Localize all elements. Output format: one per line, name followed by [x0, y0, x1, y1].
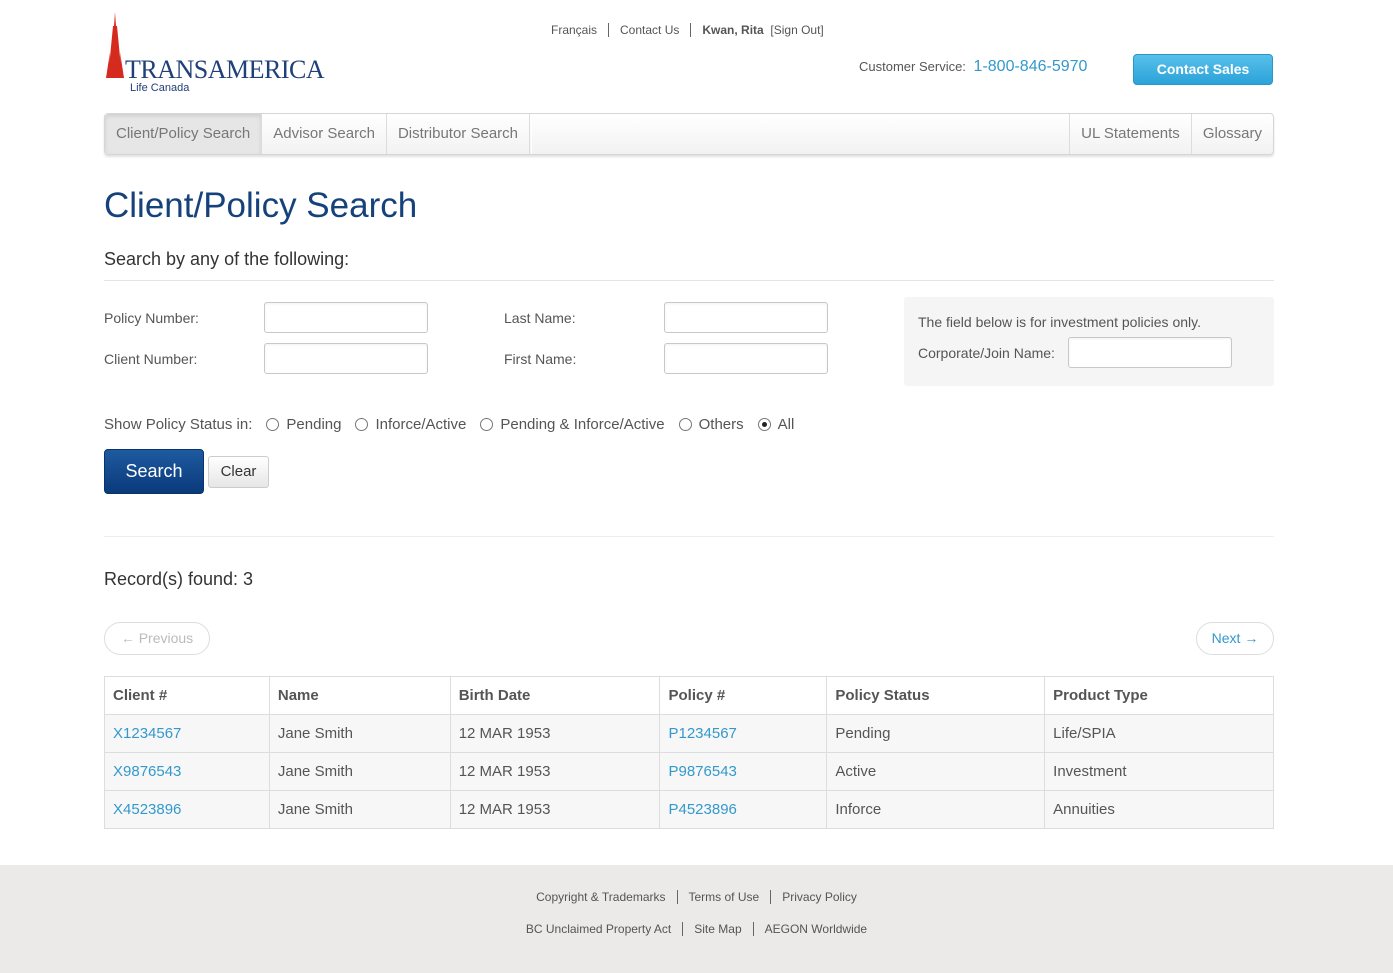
- policy-status-label: Show Policy Status in:: [104, 415, 253, 433]
- status-option-label: Inforce/Active: [375, 415, 467, 433]
- column-header-policy-status[interactable]: Policy Status: [826, 676, 1046, 715]
- user-name: Kwan, Rita: [702, 23, 764, 37]
- status-option-label: Pending: [286, 415, 342, 433]
- investment-panel: The field below is for investment polici…: [904, 297, 1274, 386]
- logo-subtitle: Life Canada: [130, 82, 190, 94]
- status-option-label: All: [777, 415, 795, 433]
- policy-number-label: Policy Number:: [104, 310, 199, 326]
- birth-date: 12 MAR 1953: [449, 714, 661, 753]
- footer-link-site-map[interactable]: Site Map: [683, 922, 754, 936]
- status-option-label: Pending & Inforce/Active: [500, 415, 665, 433]
- nav-ul-statements[interactable]: UL Statements: [1070, 114, 1192, 154]
- customer-service-label: Customer Service:: [859, 59, 966, 74]
- clear-button[interactable]: Clear: [208, 456, 269, 488]
- table-row: X4523896 Jane Smith 12 MAR 1953 P4523896…: [104, 790, 1274, 829]
- product-type: Investment: [1044, 752, 1274, 791]
- policy-status: Active: [826, 752, 1046, 791]
- column-header-birth-date[interactable]: Birth Date: [449, 676, 661, 715]
- contact-us-link[interactable]: Contact Us: [609, 23, 692, 37]
- status-option-others[interactable]: Others: [678, 415, 744, 433]
- results-table: Client # Name Birth Date Policy # Policy…: [104, 676, 1274, 829]
- search-subheading: Search by any of the following:: [104, 249, 350, 269]
- table-header-row: Client # Name Birth Date Policy # Policy…: [104, 676, 1274, 715]
- status-option-pending[interactable]: Pending: [266, 416, 341, 433]
- status-option-label: Others: [698, 415, 744, 433]
- francais-link[interactable]: Français: [540, 23, 610, 37]
- footer-links-primary: Copyright & Trademarks Terms of Use Priv…: [0, 890, 1393, 904]
- records-found: Record(s) found: 3: [104, 569, 254, 589]
- first-name-label: First Name:: [504, 351, 577, 367]
- client-number-link[interactable]: X1234567: [113, 725, 181, 742]
- next-page-button[interactable]: Next →: [1196, 622, 1274, 655]
- transamerica-logo[interactable]: TRANSAMERICA Life Canada: [104, 12, 325, 96]
- footer-link-copyright[interactable]: Copyright & Trademarks: [525, 890, 678, 904]
- search-button[interactable]: Search: [104, 449, 204, 494]
- status-option-all[interactable]: All: [757, 415, 795, 433]
- page-title: Client/Policy Search: [104, 186, 418, 225]
- product-type: Life/SPIA: [1044, 714, 1274, 753]
- nav-advisor-search[interactable]: Advisor Search: [262, 114, 387, 154]
- investment-note: The field below is for investment polici…: [918, 314, 1201, 330]
- previous-page-button[interactable]: ← Previous: [104, 622, 210, 655]
- footer: Copyright & Trademarks Terms of Use Priv…: [0, 865, 1393, 973]
- last-name-input[interactable]: [664, 302, 828, 333]
- footer-link-bc-unclaimed[interactable]: BC Unclaimed Property Act: [515, 922, 684, 936]
- client-name: Jane Smith: [268, 752, 451, 791]
- last-name-label: Last Name:: [504, 310, 576, 326]
- utility-links: Français Contact Us Kwan, Rita [Sign Out…: [540, 22, 835, 38]
- logo-brand-text: TRANSAMERICA: [125, 55, 325, 84]
- pyramid-tower-icon: [106, 12, 124, 78]
- birth-date: 12 MAR 1953: [449, 790, 661, 829]
- product-type: Annuities: [1044, 790, 1274, 829]
- corporate-name-label: Corporate/Join Name:: [918, 345, 1055, 361]
- nav-client-policy-search[interactable]: Client/Policy Search: [105, 114, 263, 154]
- customer-service: Customer Service: 1-800-846-5970: [859, 58, 1087, 76]
- column-header-product-type[interactable]: Product Type: [1044, 676, 1274, 715]
- table-row: X9876543 Jane Smith 12 MAR 1953 P9876543…: [104, 752, 1274, 791]
- footer-link-terms[interactable]: Terms of Use: [678, 890, 772, 904]
- client-name: Jane Smith: [268, 790, 451, 829]
- policy-number-input[interactable]: [264, 302, 428, 333]
- policy-number-link[interactable]: P1234567: [668, 725, 736, 742]
- status-option-inforce-active[interactable]: Inforce/Active: [355, 416, 466, 433]
- policy-status-filter: Show Policy Status in: Pending Inforce/A…: [104, 415, 808, 433]
- footer-link-aegon[interactable]: AEGON Worldwide: [754, 922, 878, 936]
- radio-button[interactable]: [678, 417, 692, 431]
- column-header-policy[interactable]: Policy #: [659, 676, 828, 715]
- client-number-link[interactable]: X4523896: [113, 801, 181, 818]
- nav-glossary[interactable]: Glossary: [1192, 114, 1273, 154]
- contact-sales-button[interactable]: Contact Sales: [1133, 54, 1273, 85]
- client-name: Jane Smith: [268, 714, 451, 753]
- table-row: X1234567 Jane Smith 12 MAR 1953 P1234567…: [104, 714, 1274, 753]
- corporate-name-input[interactable]: [1068, 337, 1232, 368]
- client-number-label: Client Number:: [104, 351, 198, 367]
- main-nav: Client/Policy Search Advisor Search Dist…: [104, 113, 1274, 155]
- customer-service-phone[interactable]: 1-800-846-5970: [974, 58, 1088, 75]
- client-number-link[interactable]: X9876543: [113, 763, 181, 780]
- column-header-name[interactable]: Name: [268, 676, 451, 715]
- radio-button-checked[interactable]: [757, 417, 771, 431]
- footer-link-privacy[interactable]: Privacy Policy: [771, 890, 868, 904]
- birth-date: 12 MAR 1953: [449, 752, 661, 791]
- first-name-input[interactable]: [664, 343, 828, 374]
- policy-number-link[interactable]: P9876543: [668, 763, 736, 780]
- user-info: Kwan, Rita [Sign Out]: [691, 23, 834, 37]
- policy-number-link[interactable]: P4523896: [668, 801, 736, 818]
- nav-spacer: [531, 114, 1071, 154]
- policy-status: Inforce: [826, 790, 1046, 829]
- policy-status: Pending: [826, 714, 1046, 753]
- radio-button[interactable]: [266, 417, 280, 431]
- column-header-client[interactable]: Client #: [104, 676, 270, 715]
- divider: [104, 536, 1274, 537]
- status-option-pending-inforce-active[interactable]: Pending & Inforce/Active: [480, 415, 665, 433]
- nav-distributor-search[interactable]: Distributor Search: [387, 114, 530, 154]
- client-number-input[interactable]: [264, 343, 428, 374]
- radio-button[interactable]: [480, 417, 494, 431]
- sign-out-link[interactable]: [Sign Out]: [770, 23, 823, 37]
- divider: [104, 280, 1274, 281]
- radio-button[interactable]: [355, 417, 369, 431]
- footer-links-secondary: BC Unclaimed Property Act Site Map AEGON…: [0, 922, 1393, 936]
